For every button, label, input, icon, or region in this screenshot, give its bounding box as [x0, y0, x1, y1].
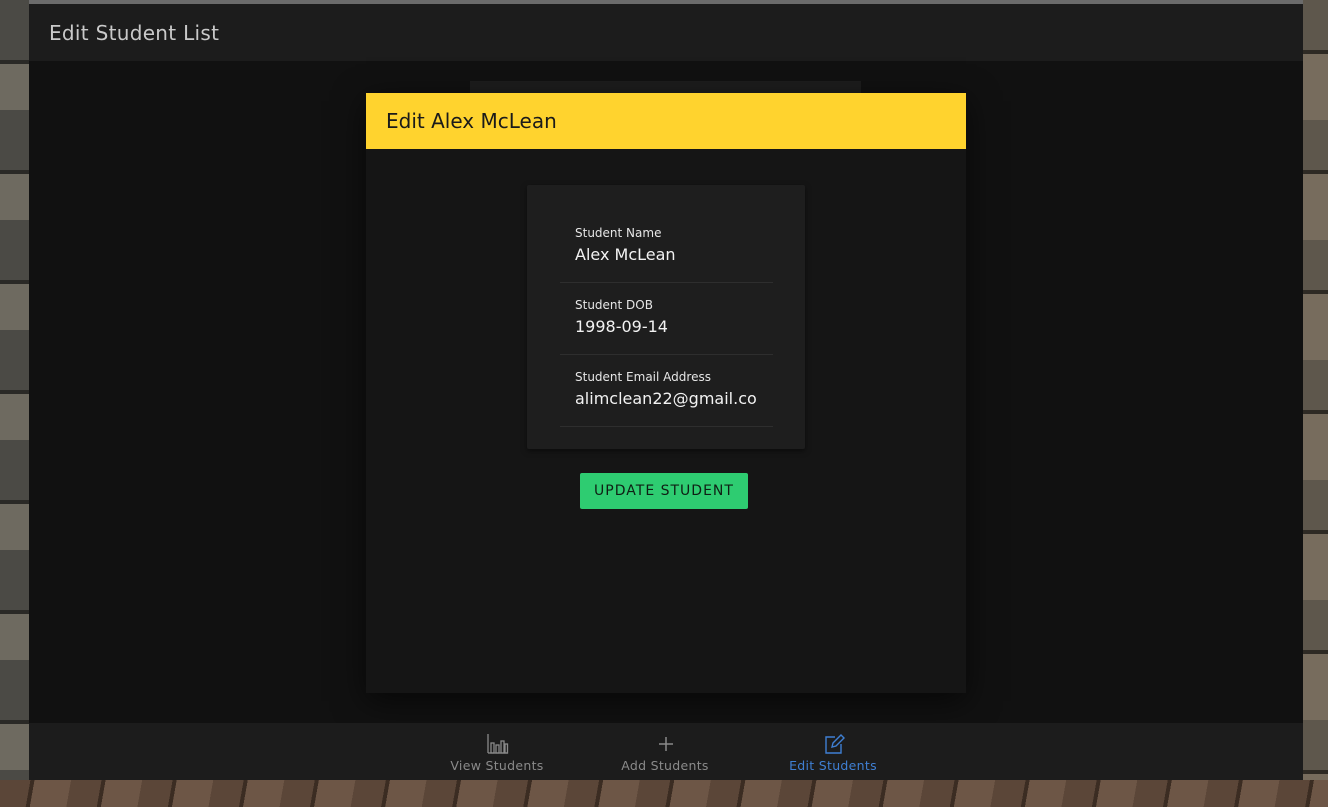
- student-dob-field[interactable]: Student DOB 1998-09-14: [560, 298, 773, 355]
- nav-edit-students[interactable]: Edit Students: [773, 723, 893, 780]
- nav-view-students-label: View Students: [450, 758, 544, 773]
- dialog-title: Edit Alex McLean: [386, 109, 557, 133]
- app-header: Edit Student List: [29, 4, 1303, 61]
- student-dob-input[interactable]: 1998-09-14: [575, 317, 765, 336]
- background-floor: [0, 780, 1328, 807]
- background-wall-left: [0, 0, 29, 780]
- student-email-input[interactable]: alimclean22@gmail.co: [575, 389, 765, 408]
- nav-edit-students-label: Edit Students: [789, 758, 877, 773]
- nav-view-students[interactable]: View Students: [437, 723, 557, 780]
- student-email-label: Student Email Address: [575, 370, 711, 384]
- nav-add-students[interactable]: Add Students: [605, 723, 725, 780]
- student-email-field[interactable]: Student Email Address alimclean22@gmail.…: [560, 370, 773, 427]
- page-title: Edit Student List: [49, 21, 220, 45]
- dialog-header: Edit Alex McLean: [366, 93, 966, 149]
- app-window: Edit Student List Edit Alex McLean Stude…: [29, 0, 1303, 780]
- student-dob-label: Student DOB: [575, 298, 653, 312]
- edit-icon: [825, 734, 845, 754]
- student-name-input[interactable]: Alex McLean: [575, 245, 765, 264]
- edit-student-dialog: Edit Alex McLean Student Name Alex McLea…: [366, 93, 966, 693]
- nav-add-students-label: Add Students: [621, 758, 709, 773]
- bar-chart-icon: [487, 734, 509, 754]
- bottom-navigation: View Students Add Students Edit Students: [29, 723, 1303, 780]
- student-name-field[interactable]: Student Name Alex McLean: [560, 226, 773, 283]
- student-name-label: Student Name: [575, 226, 662, 240]
- update-student-button[interactable]: UPDATE STUDENT: [580, 473, 748, 509]
- student-form-card: Student Name Alex McLean Student DOB 199…: [527, 185, 805, 449]
- background-wall-right: [1303, 0, 1328, 780]
- plus-icon: [659, 737, 673, 751]
